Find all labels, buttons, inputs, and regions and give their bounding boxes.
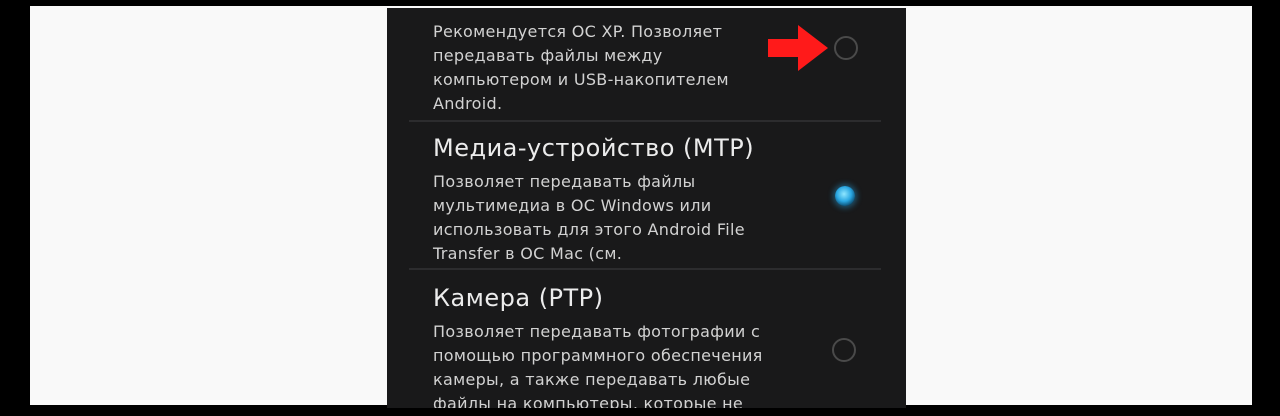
description-line: Рекомендуется ОС XP. Позволяет [433, 22, 723, 41]
option-mtp[interactable]: Медиа-устройство (MTP) Позволяет передав… [387, 122, 906, 268]
option-title: Медиа-устройство (MTP) [433, 134, 755, 162]
option-description: Позволяет передавать фотографии с помощь… [433, 320, 813, 408]
radio-button-unchecked[interactable] [834, 36, 858, 60]
description-line: камеры, а также передавать любые [433, 370, 751, 389]
description-line: помощью программного обеспечения [433, 346, 763, 365]
screenshot-frame: Рекомендуется ОС XP. Позволяет передават… [0, 0, 1280, 416]
option-usb-storage[interactable]: Рекомендуется ОС XP. Позволяет передават… [387, 8, 906, 120]
option-description: Позволяет передавать файлы мультимедиа в… [433, 170, 813, 266]
description-line: Android. [433, 94, 503, 113]
description-line: передавать файлы между [433, 46, 663, 65]
usb-mode-settings-screen: Рекомендуется ОС XP. Позволяет передават… [387, 8, 906, 408]
radio-button-unchecked[interactable] [832, 338, 856, 362]
option-description: Рекомендуется ОС XP. Позволяет передават… [433, 20, 813, 116]
description-line: Transfer в ОС Mac (см. [433, 244, 623, 263]
option-title: Камера (PTP) [433, 284, 604, 312]
description-line: использовать для этого Android File [433, 220, 745, 239]
description-line: файлы на компьютеры, которые не [433, 394, 744, 408]
option-ptp[interactable]: Камера (PTP) Позволяет передавать фотогр… [387, 270, 906, 408]
red-arrow-icon [768, 25, 828, 71]
radio-button-checked[interactable] [835, 186, 855, 206]
description-line: Позволяет передавать фотографии с [433, 322, 761, 341]
description-line: мультимедиа в ОС Windows или [433, 196, 712, 215]
description-line: Позволяет передавать файлы [433, 172, 696, 191]
description-line: компьютером и USB-накопителем [433, 70, 729, 89]
